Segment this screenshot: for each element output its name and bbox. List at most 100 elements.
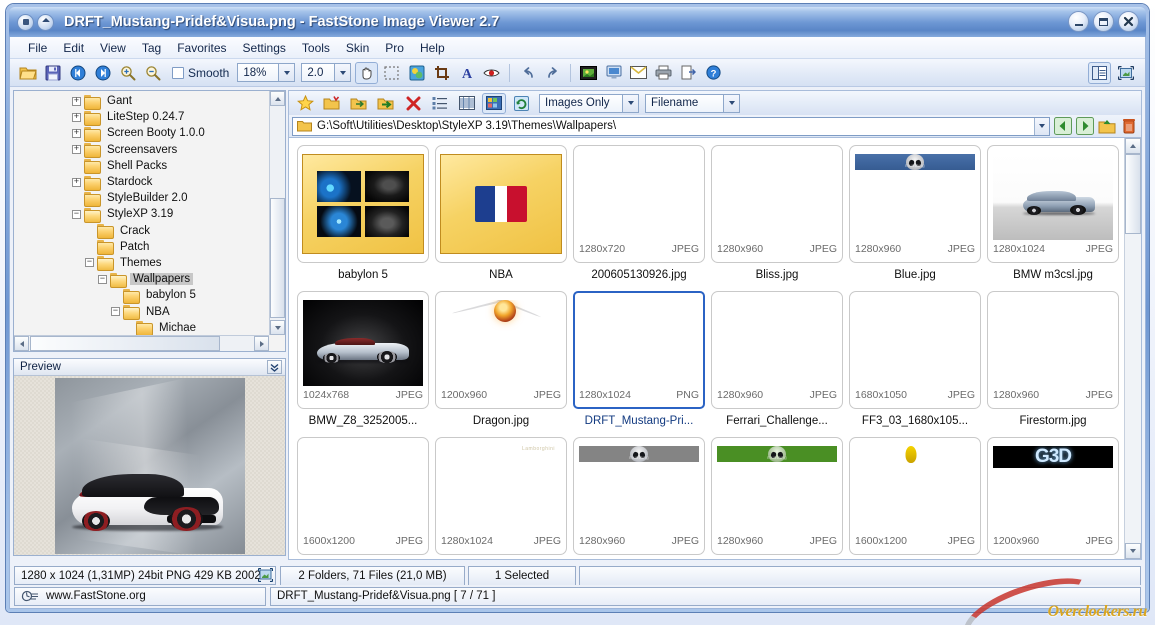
refresh-icon[interactable] [509, 93, 533, 114]
thumbnail-frame[interactable]: 1280x720 JPEG [573, 145, 705, 263]
thumbnail-frame[interactable]: 1280x960 JPEG [987, 291, 1119, 409]
copy-to-icon[interactable] [347, 93, 371, 114]
menu-edit[interactable]: Edit [55, 39, 92, 57]
menu-favorites[interactable]: Favorites [169, 39, 234, 57]
thumbnail-frame[interactable]: Lamborghini 1280x1024 JPEG [435, 437, 567, 555]
collapse-icon[interactable]: − [111, 307, 120, 317]
thumbnail-frame[interactable]: 1024x768 JPEG [297, 291, 429, 409]
thumbnail-vscrollbar[interactable] [1124, 138, 1141, 559]
folder-tree-vscrollbar[interactable] [269, 91, 285, 335]
save-icon[interactable] [41, 62, 64, 84]
text-icon[interactable]: A [455, 62, 478, 84]
tree-item-patch[interactable]: Patch [14, 239, 269, 256]
expand-icon[interactable]: + [72, 128, 81, 138]
tree-item-michae[interactable]: Michae [14, 320, 269, 335]
thumbnail-cell[interactable]: 1200x960 JPEG Dragon.jpg [432, 291, 570, 437]
up-arrow-icon[interactable] [1097, 117, 1116, 136]
collapse-icon[interactable]: − [85, 258, 94, 268]
scroll-right-button[interactable] [254, 336, 269, 351]
thumbnail-cell[interactable]: mustang1280x960JPEGGreen.jpg [708, 437, 846, 559]
next-image-icon[interactable] [91, 62, 114, 84]
thumbnail-frame[interactable]: G3D 1200x960 JPEG [987, 437, 1119, 555]
open-folder-icon[interactable] [16, 62, 39, 84]
slideshow-icon[interactable] [577, 62, 600, 84]
tree-item-stylebuilder-2-0[interactable]: StyleBuilder 2.0 [14, 190, 269, 207]
window-system-icon[interactable] [17, 13, 34, 31]
thumbnail-frame[interactable]: 1280x1024 PNG [573, 291, 705, 409]
expand-icon[interactable]: + [72, 145, 81, 155]
thumbnail-cell[interactable]: Lamborghini1280x1024JPEGGallardo.jpg [432, 437, 570, 559]
close-button[interactable] [1118, 11, 1139, 32]
list-view-icon[interactable] [428, 93, 452, 114]
back-arrow-icon[interactable] [1053, 117, 1072, 136]
detail-view-icon[interactable] [455, 93, 479, 114]
collapse-icon[interactable]: − [98, 274, 107, 284]
menu-view[interactable]: View [92, 39, 134, 57]
tree-item-gant[interactable]: + Gant [14, 93, 269, 110]
forward-arrow-icon[interactable] [1075, 117, 1094, 136]
thumbnail-cell[interactable]: 1600x1200JPEGFord_Mustang_GT... [294, 437, 432, 559]
window-restore-icon[interactable] [37, 13, 54, 31]
expand-icon[interactable]: + [72, 177, 81, 187]
menu-help[interactable]: Help [412, 39, 453, 57]
thumbnail-frame[interactable]: mustang 1280x960 JPEG [711, 437, 843, 555]
expand-icon[interactable]: + [72, 96, 81, 106]
thumbnail-cell[interactable]: 1280x720 JPEG 200605130926.jpg [570, 145, 708, 291]
thumbnail-frame[interactable]: 1280x960 JPEG [711, 145, 843, 263]
tree-item-litestep-0-24-7[interactable]: + LiteStep 0.24.7 [14, 109, 269, 126]
thumbnail-cell[interactable]: G3D1200x960JPEGGum3D.jpg [984, 437, 1122, 559]
thumbnail-cell[interactable]: mustang1280x960JPEGGray.jpg [570, 437, 708, 559]
redo-icon[interactable] [541, 62, 564, 84]
expand-icon[interactable]: + [72, 112, 81, 122]
thumbnail-cell[interactable]: 1280x960 JPEG Bliss.jpg [708, 145, 846, 291]
scroll-down-button[interactable] [270, 320, 285, 335]
new-folder-icon[interactable] [320, 93, 344, 114]
undo-icon[interactable] [516, 62, 539, 84]
thumbnail-frame[interactable]: 1600x1200 JPEG [297, 437, 429, 555]
thumbnail-cell[interactable]: NBA NBA [432, 145, 570, 291]
crop-icon[interactable] [430, 62, 453, 84]
tree-item-wallpapers[interactable]: − Wallpapers [14, 271, 269, 288]
scroll-down-button[interactable] [1125, 543, 1141, 559]
menu-settings[interactable]: Settings [235, 39, 294, 57]
menu-skin[interactable]: Skin [338, 39, 377, 57]
folder-tree[interactable]: + Gant + LiteStep 0.24.7 + Screen Booty 1.0.0… [13, 90, 286, 352]
red-eye-icon[interactable] [480, 62, 503, 84]
address-input[interactable]: G:\Soft\Utilities\Desktop\StyleXP 3.19\T… [292, 116, 1050, 136]
thumbnail-frame[interactable]: 1280x960 JPEG [711, 291, 843, 409]
thumbnail-frame[interactable]: mustang 1280x960 JPEG [849, 145, 981, 263]
thumbnail-cell[interactable]: 1600x1200JPEGGum.jpg [846, 437, 984, 559]
thumbnail-cell[interactable]: 1680x1050 JPEG FF3_03_1680x105... [846, 291, 984, 437]
image-properties-icon[interactable] [258, 568, 273, 583]
folder-tree-hscrollbar[interactable] [14, 335, 269, 351]
thumbnail-frame[interactable]: 1200x960 JPEG [435, 291, 567, 409]
thumbnail-frame[interactable]: NBA [435, 145, 567, 263]
chevron-down-icon[interactable] [334, 64, 351, 81]
select-region-icon[interactable] [380, 62, 403, 84]
trash-icon[interactable] [1119, 117, 1138, 136]
maximize-button[interactable] [1093, 11, 1114, 32]
thumbnail-cell[interactable]: mustang 1280x960 JPEG Blue.jpg [846, 145, 984, 291]
tree-item-crack[interactable]: Crack [14, 223, 269, 240]
thumbnail-cell[interactable]: babylon 5 [294, 145, 432, 291]
menu-file[interactable]: File [20, 39, 55, 57]
vscroll-thumb[interactable] [1125, 154, 1141, 234]
tree-item-babylon-5[interactable]: babylon 5 [14, 287, 269, 304]
tab-selection[interactable]: 1 Selected [468, 566, 576, 585]
smooth-checkbox[interactable] [172, 66, 184, 79]
chevron-down-icon[interactable] [723, 94, 739, 112]
tree-item-nba[interactable]: − NBA [14, 303, 269, 321]
previous-image-icon[interactable] [66, 62, 89, 84]
scroll-up-button[interactable] [270, 91, 285, 106]
thumbnail-frame[interactable] [297, 145, 429, 263]
chevron-down-icon[interactable] [278, 64, 295, 81]
print-icon[interactable] [652, 62, 675, 84]
thumbnail-cell[interactable]: 1280x960 JPEG Ferrari_Challenge... [708, 291, 846, 437]
zoom-in-icon[interactable] [116, 62, 139, 84]
wallpaper-icon[interactable] [602, 62, 625, 84]
smooth-checkbox-group[interactable]: Smooth [172, 66, 229, 80]
zoom-out-icon[interactable] [141, 62, 164, 84]
chevron-down-icon[interactable] [622, 94, 638, 112]
menu-tools[interactable]: Tools [294, 39, 338, 57]
tree-item-screen-booty-1-0-0[interactable]: + Screen Booty 1.0.0 [14, 125, 269, 142]
